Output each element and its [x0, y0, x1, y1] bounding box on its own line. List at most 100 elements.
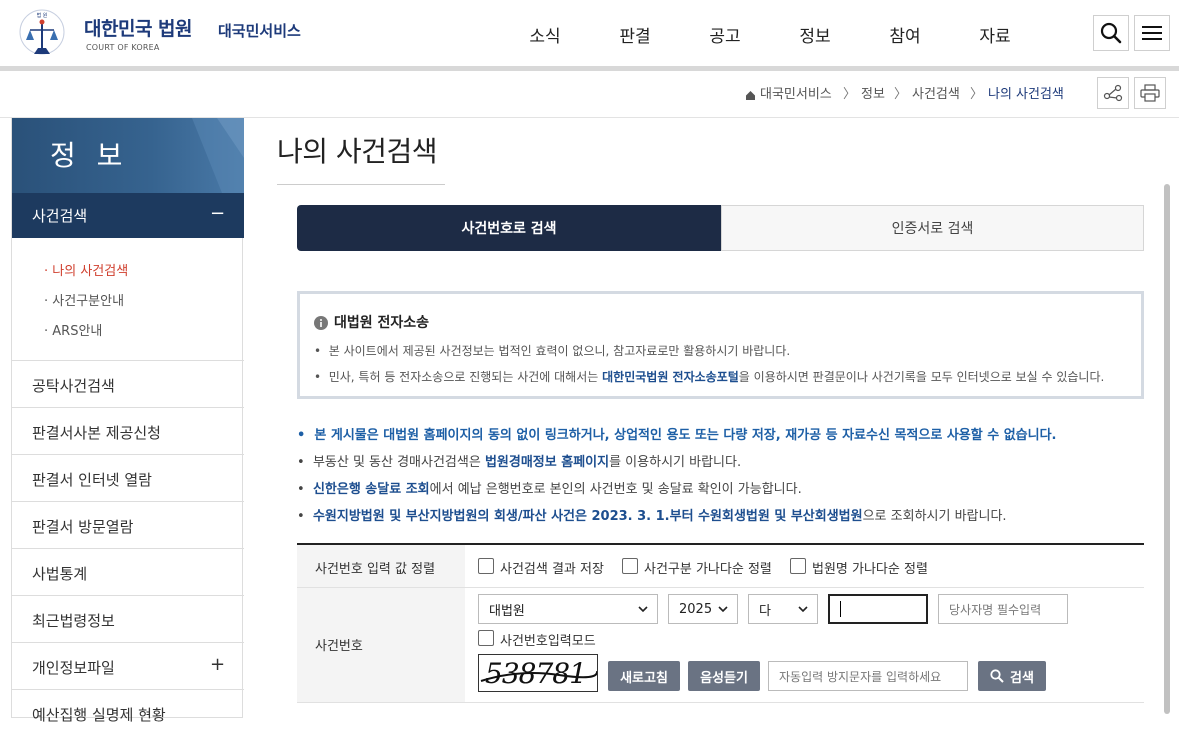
sidebar-item-privacy-files[interactable]: 개인정보파일 + [12, 642, 244, 689]
refresh-captcha-button[interactable]: 새로고침 [608, 661, 680, 691]
site-header: 법 원 대한민국 법원 COURT OF KOREA 대국민서비스 소식 판결 … [0, 0, 1179, 66]
menu-button[interactable] [1134, 15, 1170, 51]
party-name-input[interactable]: 당사자명 필수입력 [938, 594, 1068, 624]
svg-text:법 원: 법 원 [37, 12, 48, 19]
checkbox-label: 사건구분 가나다순 정렬 [644, 562, 772, 577]
notice-line: • 민사, 특허 등 전자소송으로 진행되는 사건에 대해서는 대한민국법원 전… [314, 370, 1105, 384]
print-icon [1140, 84, 1160, 102]
share-icon [1103, 84, 1123, 102]
share-button[interactable] [1097, 77, 1129, 109]
captcha-input[interactable]: 자동입력 방지문자를 입력하세요 [768, 661, 968, 691]
captcha-noise [480, 670, 597, 682]
notice-text: 본 사이트에서 제공된 사건정보는 법적인 효력이 없으니, 참고자료로만 활용… [328, 344, 791, 358]
sidebar-item-label: 최근법령정보 [32, 612, 115, 630]
nav-news[interactable]: 소식 [515, 22, 575, 47]
bullet-text: 으로 조회하시기 바랍니다. [862, 509, 1007, 524]
case-label-cell: 사건번호 [297, 588, 465, 702]
sort-options: 사건검색 결과 저장 사건구분 가나다순 정렬 법원명 가나다순 정렬 [478, 558, 1138, 577]
court-select[interactable]: 대법원 [478, 594, 658, 624]
bullet-copyright: • 본 게시물은 대법원 홈페이지의 동의 없이 링크하거나, 상업적인 용도 … [297, 428, 1057, 443]
bullet-rehab: • 수원지방법원 및 부산지방법원의 회생/파산 사건은 2023. 3. 1.… [297, 509, 1007, 524]
sidebar-subitem-ars[interactable]: · ARS안내 [44, 320, 102, 339]
year-select-value: 2025 [679, 601, 713, 617]
sidebar-subitem-case-types[interactable]: · 사건구분안내 [44, 290, 124, 309]
sidebar-item-label: 판결서 인터넷 열람 [32, 471, 152, 489]
collapse-icon[interactable]: − [210, 203, 225, 224]
sidebar-header: 정 보 [12, 118, 244, 193]
bullet-shinhan: • 신한은행 송달료 조회에서 예납 은행번호로 본인의 사건번호 및 송달료 … [297, 482, 802, 497]
sidebar-item-label: 판결서 방문열람 [32, 518, 134, 536]
court-select-value: 대법원 [489, 603, 525, 619]
input-mode-label: 사건번호입력모드 [500, 634, 596, 649]
notice-box: 대법원 전자소송 • 본 사이트에서 제공된 사건정보는 법적인 효력이 없으니… [297, 291, 1144, 399]
service-name[interactable]: 대국민서비스 [218, 20, 301, 41]
sort-type-checkbox[interactable] [622, 558, 638, 574]
logo-title[interactable]: 대한민국 법원 [84, 14, 193, 41]
search-submit-button[interactable]: 검색 [978, 661, 1046, 691]
info-icon [314, 315, 328, 334]
nav-participation[interactable]: 참여 [875, 22, 935, 47]
subitem-label: ARS안내 [52, 324, 103, 339]
bullet-text: 본 게시물은 대법원 홈페이지의 동의 없이 링크하거나, 상업적인 용도 또는… [314, 428, 1057, 443]
search-icon [990, 669, 1004, 683]
logo-subtitle: COURT OF KOREA [86, 43, 160, 52]
case-type-select[interactable]: 다 [748, 594, 818, 624]
content-scrollbar[interactable] [1164, 184, 1170, 714]
tab-case-number-search[interactable]: 사건번호로 검색 [297, 205, 721, 251]
case-number-input[interactable] [828, 594, 928, 624]
sidebar-item-label: 개인정보파일 [32, 659, 115, 677]
nav-judgments[interactable]: 판결 [605, 22, 665, 47]
audio-captcha-button[interactable]: 음성듣기 [688, 661, 760, 691]
sidebar-item-case-search[interactable]: 사건검색 − [12, 193, 244, 238]
breadcrumb-case-search[interactable]: 사건검색 [912, 83, 960, 102]
sidebar-item-laws[interactable]: 최근법령정보 [12, 595, 244, 642]
sidebar-item-label: 사건검색 [32, 207, 88, 225]
breadcrumb-current: 나의 사건검색 [988, 87, 1064, 102]
menu-icon [1142, 26, 1162, 40]
home-icon [745, 86, 756, 105]
checkbox-label: 사건검색 결과 저장 [500, 562, 604, 577]
notice-line: • 본 사이트에서 제공된 사건정보는 법적인 효력이 없으니, 참고자료로만 … [314, 344, 791, 358]
nav-notices[interactable]: 공고 [695, 22, 755, 47]
expand-icon[interactable]: + [210, 654, 225, 675]
sort-label: 사건번호 입력 값 정렬 [315, 562, 436, 577]
sidebar-item-statistics[interactable]: 사법통계 [12, 548, 244, 595]
bullet-text: 에서 예납 은행번호로 본인의 사건번호 및 송달료 확인이 가능합니다. [429, 482, 802, 497]
chevron-right-icon: 〉 [970, 87, 984, 102]
page-title: 나의 사건검색 [277, 135, 437, 168]
breadcrumb-info[interactable]: 정보 [861, 83, 885, 102]
notice-text: 을 이용하시면 판결문이나 사건기록을 모두 인터넷으로 보실 수 있습니다. [738, 370, 1105, 384]
sidebar-item-label: 사법통계 [32, 565, 88, 583]
breadcrumb-home[interactable]: 대국민서비스 [760, 83, 832, 102]
sidebar-item-judgment-copy[interactable]: 판결서사본 제공신청 [12, 407, 244, 454]
input-mode-checkbox[interactable] [478, 630, 494, 646]
search-button[interactable] [1093, 15, 1129, 51]
sidebar-title: 정 보 [50, 139, 129, 172]
chevron-down-icon [718, 606, 728, 613]
sidebar-subitem-my-case-search[interactable]: · 나의 사건검색 [44, 260, 128, 279]
ecourt-portal-link[interactable]: 대한민국법원 전자소송포털 [602, 370, 739, 384]
chevron-right-icon: 〉 [894, 87, 908, 102]
bullet-auction: • 부동산 및 동산 경매사건검색은 법원경매정보 홈페이지를 이용하시기 바랍… [297, 455, 742, 470]
form-row-divider [297, 702, 1144, 703]
print-button[interactable] [1134, 77, 1166, 109]
sidebar-item-budget[interactable]: 예산집행 실명제 현황 [12, 689, 244, 736]
shinhan-fee-link[interactable]: 신한은행 송달료 조회 [313, 482, 430, 497]
sidebar-item-judgment-visit[interactable]: 판결서 방문열람 [12, 501, 244, 548]
year-select[interactable]: 2025 [668, 594, 738, 624]
auction-site-link[interactable]: 법원경매정보 홈페이지 [485, 455, 609, 470]
captcha-image: 538781 [478, 654, 598, 692]
subitem-label: 나의 사건검색 [52, 264, 129, 279]
nav-info[interactable]: 정보 [785, 22, 845, 47]
sidebar-item-judgment-online[interactable]: 판결서 인터넷 열람 [12, 454, 244, 501]
sort-court-checkbox[interactable] [790, 558, 806, 574]
tab-certificate-search[interactable]: 인증서로 검색 [721, 205, 1144, 251]
chevron-right-icon: 〉 [843, 87, 857, 102]
save-result-checkbox[interactable] [478, 558, 494, 574]
breadcrumb-bar: 대국민서비스 〉 정보 〉 사건검색 〉 나의 사건검색 [0, 71, 1179, 118]
nav-resources[interactable]: 자료 [965, 22, 1025, 47]
rehab-court-link[interactable]: 수원지방법원 및 부산지방법원의 회생/파산 사건은 2023. 3. 1.부터… [313, 509, 863, 524]
sidebar-item-deposit-search[interactable]: 공탁사건검색 [12, 360, 244, 407]
court-emblem-icon[interactable]: 법 원 [12, 8, 72, 60]
case-number-label: 사건번호 [315, 639, 363, 654]
